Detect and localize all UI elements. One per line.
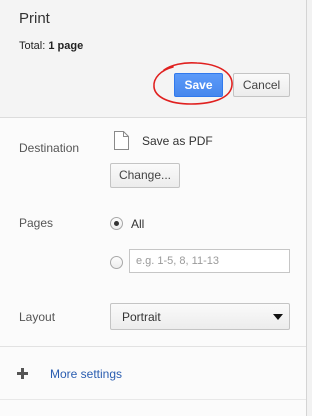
layout-selected-value: Portrait bbox=[122, 310, 161, 324]
total-value: 1 page bbox=[48, 40, 84, 52]
file-icon bbox=[114, 131, 129, 150]
layout-select[interactable]: Portrait bbox=[110, 303, 290, 330]
print-settings-panel: Print Total: 1 page Save Cancel Destinat… bbox=[0, 0, 307, 416]
pages-all-label: All bbox=[131, 217, 145, 231]
total-pages: Total: 1 page bbox=[19, 40, 83, 52]
scroll-edge bbox=[307, 0, 312, 416]
plus-icon bbox=[17, 368, 28, 379]
cancel-button[interactable]: Cancel bbox=[233, 73, 290, 97]
bottom-divider bbox=[0, 399, 306, 400]
dropdown-arrow-icon bbox=[273, 314, 283, 320]
more-settings-label: More settings bbox=[50, 367, 123, 381]
pages-range-input[interactable] bbox=[129, 249, 290, 273]
destination-name: Save as PDF bbox=[142, 134, 213, 148]
pages-label: Pages bbox=[19, 216, 54, 230]
layout-label: Layout bbox=[19, 310, 56, 324]
total-label: Total: bbox=[19, 40, 46, 52]
pages-custom-radio[interactable] bbox=[110, 256, 123, 269]
page-title: Print bbox=[19, 10, 50, 27]
pages-all-radio[interactable] bbox=[110, 217, 123, 230]
save-button[interactable]: Save bbox=[174, 73, 223, 97]
print-header: Print Total: 1 page Save Cancel bbox=[0, 0, 306, 118]
destination-label: Destination bbox=[19, 141, 80, 155]
divider bbox=[0, 346, 306, 347]
change-destination-button[interactable]: Change... bbox=[110, 163, 180, 188]
